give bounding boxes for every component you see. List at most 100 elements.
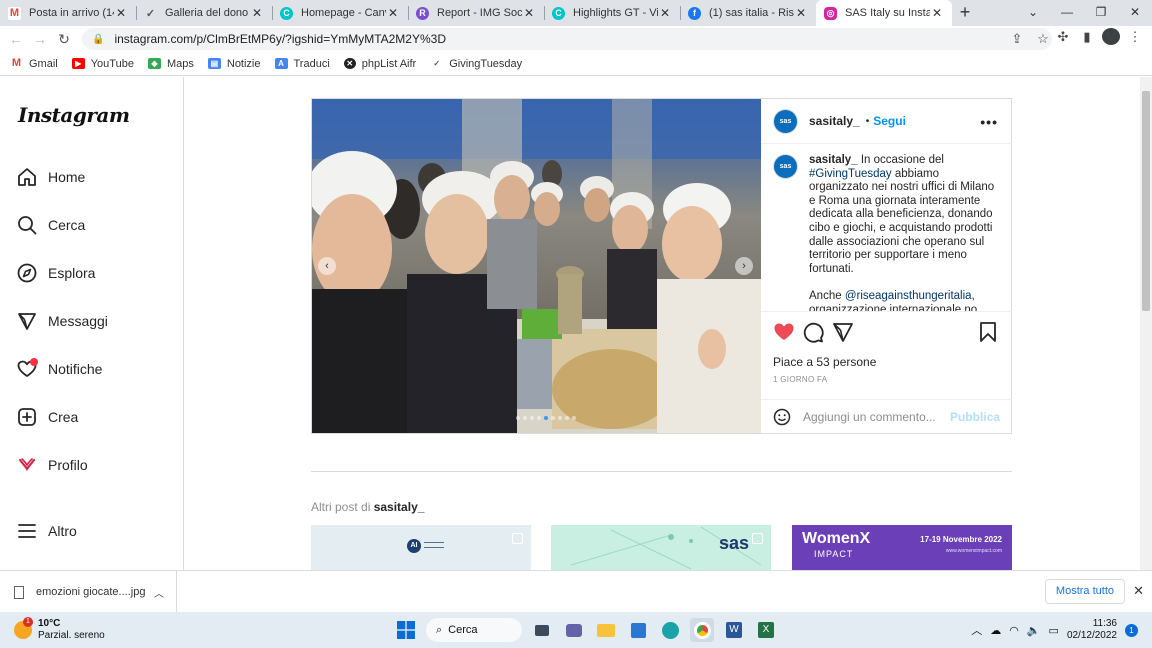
nav-profile[interactable]: Profilo (17, 453, 88, 477)
url-field[interactable]: 🔒 instagram.com/p/ClmBrEtMP6y/?igshid=Ym… (82, 28, 1052, 50)
bookmark-gmail[interactable]: M Gmail (10, 58, 58, 70)
edge-icon[interactable] (658, 618, 682, 642)
plus-square-icon (17, 407, 37, 427)
wifi-icon[interactable]: ◠ (1009, 624, 1019, 637)
download-item[interactable]: emozioni giocate....jpg ︿ (0, 571, 177, 613)
close-download-bar-icon[interactable]: ✕ (1133, 583, 1144, 599)
bookmark-traduci[interactable]: A Traduci (274, 58, 330, 70)
mention-link[interactable]: @riseagainsthungeritalia (845, 290, 972, 302)
nav-more[interactable]: Altro (17, 519, 77, 543)
more-options-icon[interactable]: ••• (980, 114, 998, 130)
close-tab-icon[interactable]: ✕ (522, 6, 536, 20)
like-heart-icon[interactable] (773, 321, 795, 343)
save-bookmark-icon[interactable] (977, 321, 999, 343)
taskbar-search[interactable]: ⌕ Cerca (426, 618, 522, 642)
nav-home[interactable]: Home (17, 165, 85, 189)
carousel-next-button[interactable]: › (735, 257, 753, 275)
emoji-icon[interactable] (773, 408, 791, 426)
show-all-button[interactable]: Mostra tutto (1044, 579, 1125, 604)
bookmark-notizie[interactable]: ▤ Notizie (207, 58, 261, 70)
tab-highlights[interactable]: C Highlights GT - Video ✕ (544, 0, 680, 26)
bookmark-star-icon[interactable]: ☆ (1034, 31, 1052, 47)
onedrive-icon[interactable]: ☁ (990, 624, 1001, 637)
restore-icon[interactable]: ❐ (1084, 0, 1118, 26)
nav-messages[interactable]: Messaggi (17, 309, 108, 333)
minimize-icon[interactable]: — (1050, 0, 1084, 26)
weather-widget[interactable]: 1 10°C Parzial. sereno (14, 617, 105, 642)
close-tab-icon[interactable]: ✕ (658, 6, 672, 20)
caption-avatar[interactable]: sas (773, 154, 798, 179)
close-tab-icon[interactable]: ✕ (250, 6, 264, 20)
close-tab-icon[interactable]: ✕ (386, 6, 400, 20)
chrome-icon[interactable] (690, 618, 714, 642)
battery-icon[interactable]: ▭ (1049, 624, 1059, 637)
word-icon[interactable]: W (722, 618, 746, 642)
follow-button[interactable]: Segui (873, 114, 906, 128)
reload-icon[interactable]: ↻ (52, 31, 76, 48)
forward-icon[interactable]: → (28, 31, 52, 47)
new-tab-button[interactable]: + (952, 0, 978, 26)
scrollbar-thumb[interactable] (1142, 91, 1150, 311)
close-tab-icon[interactable]: ✕ (930, 6, 944, 20)
tab-canva[interactable]: C Homepage - Canva ✕ (272, 0, 408, 26)
teams-chat-icon[interactable] (562, 618, 586, 642)
carousel-dot (530, 416, 534, 420)
post-timestamp[interactable]: 1 GIORNO FA (773, 375, 827, 384)
share-icon[interactable] (832, 321, 854, 343)
publish-button[interactable]: Pubblica (950, 410, 1000, 424)
thumbnail-post-2[interactable]: sas (551, 525, 771, 570)
page-scrollbar[interactable] (1140, 77, 1152, 570)
notification-count-badge[interactable]: 1 (1125, 623, 1138, 637)
author-username[interactable]: sasitaly_ (809, 114, 860, 128)
author-avatar[interactable]: sas (773, 108, 798, 134)
tab-search-icon[interactable]: ⌄ (1016, 0, 1050, 26)
side-panel-icon[interactable]: ▮ (1078, 29, 1096, 45)
browser-menu-icon[interactable]: ⋮ (1126, 29, 1144, 45)
tab-facebook[interactable]: f (1) sas italia - Risultati ✕ (680, 0, 816, 26)
tab-galleria[interactable]: ✓ Galleria del dono – Gi ✕ (136, 0, 272, 26)
thumbnail-post-3[interactable]: WomenX IMPACT 17-19 Novembre 2022 www.wo… (792, 525, 1012, 570)
back-icon[interactable]: ← (4, 31, 28, 47)
bookmark-youtube[interactable]: ▶ YouTube (71, 58, 134, 70)
close-tab-icon[interactable]: ✕ (794, 6, 808, 20)
comment-input[interactable]: Aggiungi un commento... (803, 410, 936, 424)
likes-count[interactable]: Piace a 53 persone (773, 355, 876, 369)
file-explorer-icon[interactable] (594, 618, 618, 642)
thumbnail-post-1[interactable]: AI (311, 525, 531, 570)
tab-instagram[interactable]: ◎ SAS Italy su Instagram ✕ (816, 0, 952, 26)
close-tab-icon[interactable]: ✕ (114, 6, 128, 20)
post-photo[interactable]: ‹ › (312, 99, 761, 433)
hashtag-link[interactable]: #GivingTuesday (809, 168, 892, 180)
carousel-prev-button[interactable]: ‹ (318, 257, 336, 275)
carousel-dot (544, 416, 548, 420)
instagram-logo[interactable]: Instagram (18, 103, 130, 127)
bookmark-phplist[interactable]: ✕ phpList Aifr (343, 58, 416, 70)
more-posts-username[interactable]: sasitaly_ (374, 500, 425, 514)
multiple-images-icon (512, 533, 523, 544)
bookmark-givingtuesday[interactable]: ✓ GivingTuesday (430, 58, 522, 70)
compass-icon (17, 263, 37, 283)
task-view-icon[interactable] (530, 618, 554, 642)
nav-create[interactable]: Crea (17, 405, 78, 429)
lock-icon[interactable]: 🔒 (92, 34, 104, 45)
clock[interactable]: 11:36 02/12/2022 (1067, 618, 1117, 642)
profile-avatar[interactable]: M (1102, 28, 1120, 45)
nav-search[interactable]: Cerca (17, 213, 85, 237)
volume-icon[interactable]: 🔈 (1027, 624, 1041, 637)
windows-start-icon[interactable] (394, 618, 418, 642)
excel-icon[interactable]: X (754, 618, 778, 642)
extensions-icon[interactable]: ✣ (1054, 29, 1072, 45)
close-window-icon[interactable]: ✕ (1118, 0, 1152, 26)
bookmark-maps[interactable]: ◆ Maps (147, 58, 194, 70)
tab-gmail[interactable]: M Posta in arrivo (148) - ✕ (0, 0, 136, 26)
comment-icon[interactable] (802, 321, 824, 343)
tray-chevron-icon[interactable]: ︿ (971, 622, 982, 638)
nav-explore[interactable]: Esplora (17, 261, 95, 285)
share-icon[interactable]: ⇪ (1008, 31, 1026, 47)
store-icon[interactable] (626, 618, 650, 642)
caption-username[interactable]: sasitaly_ (809, 154, 858, 166)
chevron-up-icon[interactable]: ︿ (154, 585, 164, 600)
post-actions: Piace a 53 persone 1 GIORNO FA (761, 311, 1012, 406)
tab-report[interactable]: R Report - IMG Social - ✕ (408, 0, 544, 26)
nav-notifications[interactable]: Notifiche (17, 357, 102, 381)
